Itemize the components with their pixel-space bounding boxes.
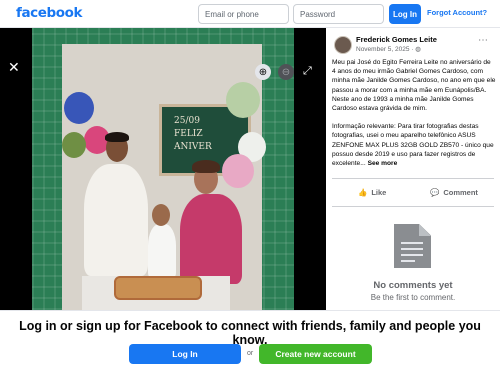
birthday-cake <box>114 276 202 300</box>
create-account-button[interactable]: Create new account <box>259 344 372 364</box>
father-hair <box>105 132 129 142</box>
signup-banner: Log in or sign up for Facebook to connec… <box>0 310 500 375</box>
comment-label: Comment <box>443 188 478 197</box>
password-field[interactable] <box>293 4 384 24</box>
comment-button[interactable]: 💬 Comment <box>430 188 478 197</box>
comment-icon: 💬 <box>430 188 440 197</box>
photo-print: 25/09 FELIZ ANIVER <box>62 44 266 310</box>
post-paragraph-2: Informação relevante: Para tirar fotogra… <box>332 122 496 168</box>
zoom-in-icon[interactable]: ⊕ <box>255 64 271 80</box>
facebook-logo[interactable]: facebook <box>16 5 83 21</box>
board-line-1: 25/09 <box>174 116 200 126</box>
like-icon: 👍 <box>358 188 368 197</box>
or-label: or <box>247 350 254 357</box>
divider-bottom <box>332 206 494 207</box>
board-line-3: ANIVER <box>174 142 212 152</box>
balloon-blue <box>64 92 94 124</box>
post-body: Meu pai José do Egito Ferreira Leite no … <box>332 58 496 177</box>
mother-figure <box>180 194 242 284</box>
signup-cta-text: Log in or sign up for Facebook to connec… <box>19 319 481 347</box>
document-line-4 <box>401 260 415 262</box>
post-paragraph-1: Meu pai José do Egito Ferreira Leite no … <box>332 59 496 113</box>
board-line-2: FELIZ <box>174 129 203 139</box>
balloon-light-green <box>226 82 260 118</box>
banner-login-button[interactable]: Log In <box>129 344 241 364</box>
forgot-account-link[interactable]: Forgot Account? <box>427 8 487 17</box>
post-sidebar: Frederick Gomes Leite November 5, 2025 ·… <box>326 28 500 310</box>
email-field[interactable] <box>198 4 289 24</box>
top-navbar: facebook Log In Forgot Account? <box>0 0 500 28</box>
father-figure <box>84 164 148 276</box>
globe-icon: · ◍ <box>411 46 421 53</box>
document-line-3 <box>401 254 423 256</box>
be-first-text: Be the first to comment. <box>370 293 456 302</box>
child-figure <box>148 224 176 278</box>
zoom-out-icon[interactable]: ⊖ <box>278 64 294 80</box>
document-line-2 <box>401 248 423 250</box>
balloon-pink-right <box>222 154 254 188</box>
post-paragraph-2-text: Informação relevante: Para tirar fotogra… <box>332 123 494 168</box>
chalkboard-text: 25/09 FELIZ ANIVER <box>174 115 212 154</box>
avatar[interactable] <box>334 36 352 54</box>
like-label: Like <box>371 188 387 197</box>
login-button[interactable]: Log In <box>389 4 421 24</box>
post-date-text[interactable]: November 5, 2025 <box>356 46 409 53</box>
photo-viewer: 25/09 FELIZ ANIVER ✕ ⊕ ⊖ ⤢ <box>0 28 326 310</box>
expand-icon[interactable]: ⤢ <box>303 65 312 78</box>
document-line-1 <box>401 242 423 244</box>
balloon-green <box>62 132 86 158</box>
child-head <box>152 204 170 226</box>
like-button[interactable]: 👍 Like <box>358 188 386 197</box>
close-icon[interactable]: ✕ <box>8 60 20 74</box>
mother-hair <box>192 160 220 173</box>
post-author[interactable]: Frederick Gomes Leite <box>356 35 437 44</box>
divider-top <box>332 178 494 179</box>
see-more-link[interactable]: See more <box>368 160 398 167</box>
post-date: November 5, 2025 · ◍ <box>356 45 421 53</box>
more-options-icon[interactable]: ⋯ <box>478 35 488 46</box>
no-comments-title: No comments yet <box>373 280 453 291</box>
